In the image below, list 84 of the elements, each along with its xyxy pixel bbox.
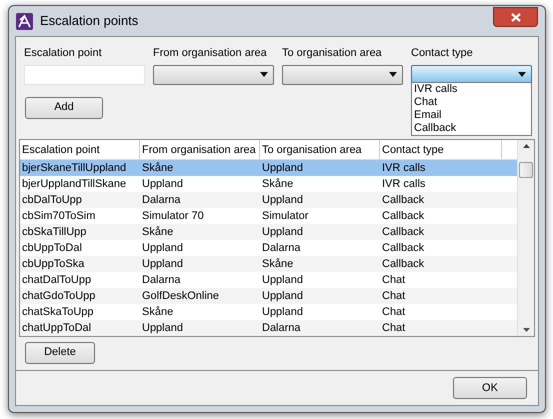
table-cell-text: Dalarna — [261, 240, 302, 256]
table-cell-text: Chat — [381, 272, 406, 288]
field-label: To organisation area — [282, 46, 383, 61]
table-cell-text: Uppland — [141, 240, 184, 256]
table-cell-text: Chat — [381, 288, 406, 304]
scroll-thumb[interactable] — [519, 162, 533, 178]
delete-button[interactable]: Delete — [25, 342, 95, 364]
table-cell-text: Simulator — [261, 208, 310, 224]
dropdown[interactable] — [411, 64, 532, 84]
caret-icon — [260, 72, 268, 77]
column-header[interactable]: Escalation point — [20, 140, 140, 158]
column-header[interactable]: From organisation area — [140, 140, 260, 158]
table-cell-text: cbUppToSka — [21, 256, 86, 272]
column-header[interactable]: Contact type — [380, 140, 502, 158]
table-row[interactable]: bjerUpplandTillSkane Uppland Skåne IVR calls — [20, 176, 517, 192]
table-cell-text: Uppland — [261, 288, 304, 304]
table-cell-text: Uppland — [261, 192, 304, 208]
dropdown[interactable] — [153, 64, 274, 84]
table-cell-text: Uppland — [261, 304, 304, 320]
caret-icon — [518, 72, 526, 77]
table-row[interactable]: bjerSkaneTillUppland Skåne Uppland IVR calls — [20, 160, 517, 176]
table-cell-text: Skåne — [141, 304, 174, 320]
table-cell-text: Callback — [381, 240, 426, 256]
table-row[interactable]: chatSkaToUpp Skåne Uppland Chat — [20, 304, 517, 320]
dropdown[interactable] — [282, 64, 403, 84]
table-cell-text: Dalarna — [141, 192, 182, 208]
table-cell-text: IVR calls — [381, 160, 426, 176]
table-cell-text: cbDalToUpp — [21, 192, 83, 208]
table-cell-text: Skåne — [141, 224, 174, 240]
table-cell-text: Skåne — [141, 160, 174, 176]
table-cell-text: Uppland — [261, 224, 304, 240]
table-cell-text: bjerSkaneTillUppland — [21, 160, 128, 176]
input-field[interactable] — [24, 64, 145, 84]
close-icon — [510, 12, 520, 22]
table-row[interactable]: chatGdoToUpp GolfDeskOnline Uppland Chat — [20, 288, 517, 304]
table-cell-text: cbSkaTillUpp — [21, 224, 88, 240]
table-cell-text: Chat — [381, 304, 406, 320]
scroll-up-icon[interactable] — [522, 144, 530, 148]
table-cell-text: cbSim70ToSim — [21, 208, 96, 224]
table-cell-text: IVR calls — [381, 176, 426, 192]
table-cell-text: cbUppToDal — [21, 240, 83, 256]
table-cell-text: Callback — [381, 192, 426, 208]
table-row[interactable]: cbSkaTillUpp Skåne Uppland Callback — [20, 224, 517, 240]
close-button[interactable] — [493, 7, 538, 27]
field-label: From organisation area — [153, 46, 268, 61]
table-cell-text: chatSkaToUpp — [21, 304, 95, 320]
dropdown-option[interactable]: IVR calls — [414, 83, 531, 96]
scroll-down-icon[interactable] — [522, 328, 530, 332]
table-cell-text: chatDalToUpp — [21, 272, 92, 288]
table-row[interactable]: chatDalToUpp Dalarna Uppland Chat — [20, 272, 517, 288]
ok-button[interactable]: OK — [453, 376, 527, 399]
field-label: Contact type — [411, 46, 474, 61]
table-cell-text: Callback — [381, 256, 426, 272]
caret-icon — [389, 72, 397, 77]
table-cell-text: chatUppToDal — [21, 320, 92, 336]
dropdown-option[interactable]: Email — [414, 109, 531, 122]
field-label: Escalation point — [24, 46, 103, 61]
table-cell-text: Uppland — [141, 320, 184, 336]
table-cell-text: bjerUpplandTillSkane — [21, 176, 128, 192]
table-cell-text: Dalarna — [141, 272, 182, 288]
table-cell-text: Uppland — [141, 176, 184, 192]
table-row[interactable]: cbUppToSka Uppland Skåne Callback — [20, 256, 517, 272]
dropdown-option[interactable]: Callback — [414, 122, 531, 135]
table-cell-text: GolfDeskOnline — [141, 288, 220, 304]
table-row[interactable]: cbUppToDal Uppland Dalarna Callback — [20, 240, 517, 256]
app-logo-icon — [16, 12, 33, 30]
table-cell-text: Callback — [381, 224, 426, 240]
table-cell-text: Skåne — [261, 176, 294, 192]
table-cell-text: Skåne — [261, 256, 294, 272]
table-cell-text: Simulator 70 — [141, 208, 205, 224]
table-cell-text: Callback — [381, 208, 426, 224]
column-header[interactable]: To organisation area — [260, 140, 380, 158]
table-row[interactable]: chatUppToDal Uppland Dalarna Chat — [20, 320, 517, 336]
scrollbar[interactable] — [517, 140, 534, 336]
table-cell-text: Uppland — [261, 272, 304, 288]
table-row[interactable]: cbDalToUpp Dalarna Uppland Callback — [20, 192, 517, 208]
dropdown-option[interactable]: Chat — [414, 96, 531, 109]
window-title: Escalation points — [40, 12, 138, 30]
table-cell-text: Chat — [381, 320, 406, 336]
table-cell-text: chatGdoToUpp — [21, 288, 96, 304]
table-cell-text: Uppland — [141, 256, 184, 272]
table-cell-text: Dalarna — [261, 320, 302, 336]
table-cell-text: Uppland — [261, 160, 304, 176]
add-button[interactable]: Add — [25, 96, 103, 118]
